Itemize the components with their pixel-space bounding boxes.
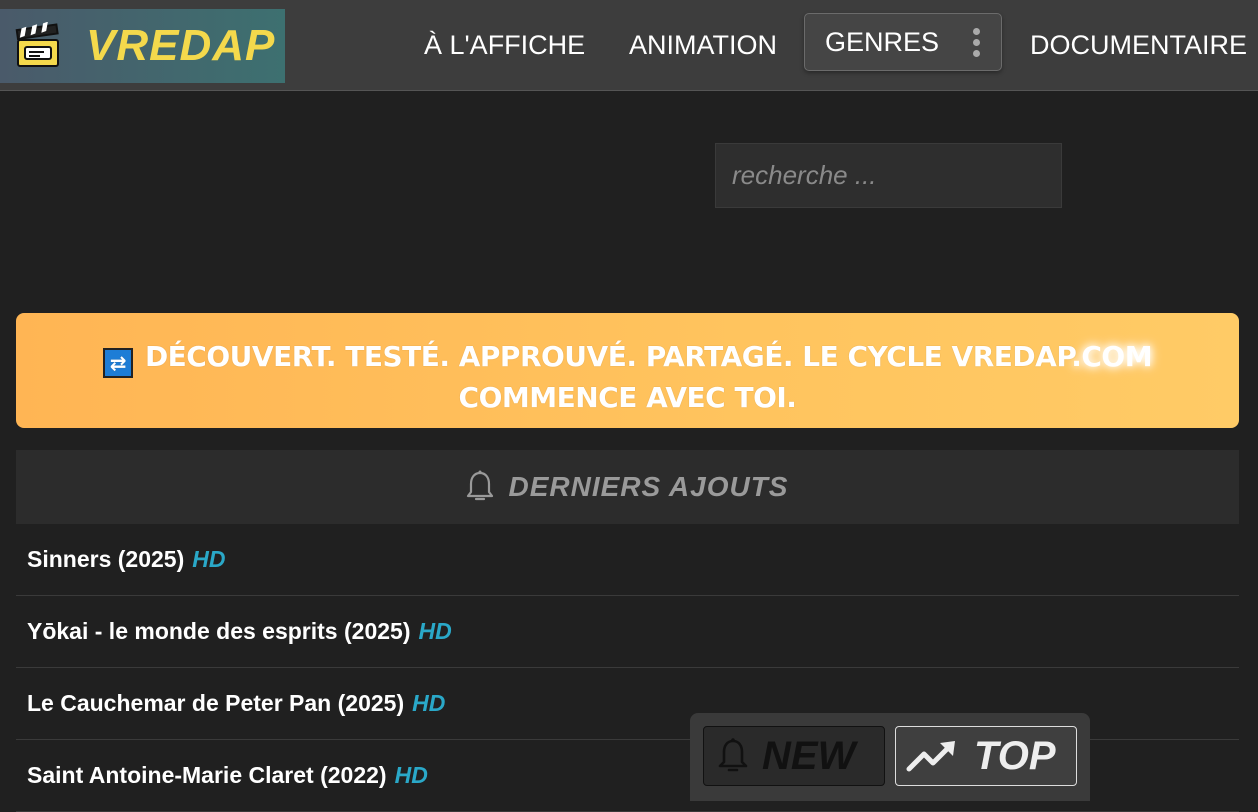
site-logo[interactable]: VREDAP (0, 9, 285, 83)
latest-title: DERNIERS AJOUTS (508, 471, 789, 502)
banner-text-glow: .COM (1071, 340, 1153, 373)
list-item[interactable]: Sinners (2025) HD (16, 524, 1239, 596)
nav-link-animation[interactable]: ANIMATION (629, 30, 777, 61)
top-button[interactable]: TOP (895, 726, 1077, 786)
brand-name: VREDAP (86, 21, 276, 70)
movie-title[interactable]: Yōkai - le monde des esprits (2025) (27, 618, 410, 645)
clapperboard-icon (15, 22, 59, 67)
hd-badge: HD (418, 618, 452, 644)
movie-title[interactable]: Le Cauchemar de Peter Pan (2025) (27, 690, 404, 717)
nav-item-affiche[interactable]: À L'AFFICHE (424, 0, 585, 90)
more-vertical-icon[interactable] (973, 28, 981, 58)
hd-badge: HD (192, 546, 226, 572)
nav-link-affiche[interactable]: À L'AFFICHE (424, 30, 585, 61)
promo-banner: ⇄ DÉCOUVERT. TESTÉ. APPROUVÉ. PARTAGÉ. LE… (16, 313, 1239, 428)
hd-badge: HD (412, 690, 446, 716)
cycle-icon: ⇄ (102, 348, 133, 378)
nav-item-documentaire[interactable]: DOCUMENTAIRE (1030, 0, 1247, 90)
banner-text-main: DÉCOUVERT. TESTÉ. APPROUVÉ. PARTAGÉ. LE … (144, 340, 1072, 373)
latest-additions-header: DERNIERS AJOUTS (16, 450, 1239, 524)
nav-link-genres[interactable]: GENRES (825, 27, 939, 58)
hd-badge: HD (394, 762, 428, 788)
nav-item-animation[interactable]: ANIMATION (629, 0, 777, 90)
banner-line-2: COMMENCE AVEC TOI. (458, 381, 797, 414)
floating-toolbar: NEW TOP (690, 713, 1090, 801)
new-button[interactable]: NEW (703, 726, 885, 786)
search-input[interactable] (715, 143, 1062, 208)
nav-link-documentaire[interactable]: DOCUMENTAIRE (1030, 30, 1247, 61)
site-header: VREDAP À L'AFFICHE ANIMATION GENRES DOCU… (0, 0, 1258, 91)
bell-icon (718, 738, 748, 772)
movie-title[interactable]: Saint Antoine-Marie Claret (2022) (27, 762, 387, 789)
movie-title[interactable]: Sinners (2025) (27, 546, 184, 573)
banner-line-1: ⇄ DÉCOUVERT. TESTÉ. APPROUVÉ. PARTAGÉ. LE… (16, 337, 1239, 378)
new-label: NEW (762, 733, 856, 778)
bell-icon (467, 470, 494, 501)
top-label: TOP (974, 733, 1056, 778)
nav-genres-dropdown[interactable]: GENRES (804, 13, 1002, 71)
list-item[interactable]: Yōkai - le monde des esprits (2025) HD (16, 596, 1239, 668)
trending-up-icon (906, 741, 955, 772)
